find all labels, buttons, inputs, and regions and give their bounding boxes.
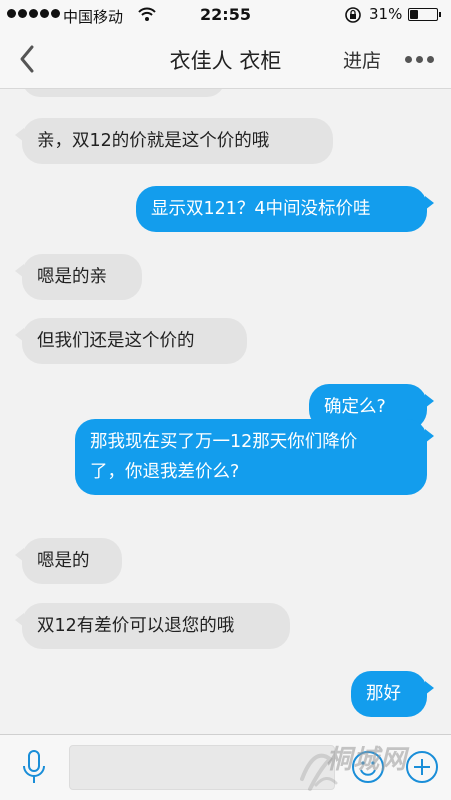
more-options-icon[interactable] [405, 56, 434, 63]
rotation-lock-icon [345, 7, 361, 23]
add-attachment-icon[interactable] [404, 749, 440, 785]
incoming-message: 嗯是的 [15, 538, 122, 584]
incoming-message: 双12有差价可以退您的哦 [15, 603, 290, 649]
chat-title: 衣佳人 衣柜 [169, 49, 282, 73]
voice-input-icon[interactable] [20, 749, 48, 787]
cut-off-message-bubble [22, 89, 225, 97]
message-input[interactable] [69, 745, 335, 790]
incoming-message: 但我们还是这个价的 [15, 318, 247, 364]
outgoing-message: 那好 [351, 671, 434, 717]
message-input-bar: 桐城网 [0, 734, 451, 800]
chat-thread[interactable]: 亲，双12的价就是这个价的哦 显示双121？4中间没标价哇 嗯是的亲 但我们还是… [0, 89, 451, 734]
outgoing-message: 那我现在买了万一12那天你们降价 了，你退我差价么? [75, 419, 434, 495]
nav-bar: 衣佳人 衣柜 进店 [0, 30, 451, 89]
incoming-message: 嗯是的亲 [15, 254, 142, 300]
outgoing-message: 显示双121？4中间没标价哇 [136, 186, 434, 232]
battery-percent: 31% [369, 5, 403, 23]
incoming-message: 亲，双12的价就是这个价的哦 [15, 118, 333, 164]
enter-store-button[interactable]: 进店 [343, 46, 381, 73]
emoji-icon[interactable] [350, 749, 386, 785]
status-bar: 中国移动 22:55 31% [0, 0, 451, 30]
battery-icon [408, 8, 441, 21]
